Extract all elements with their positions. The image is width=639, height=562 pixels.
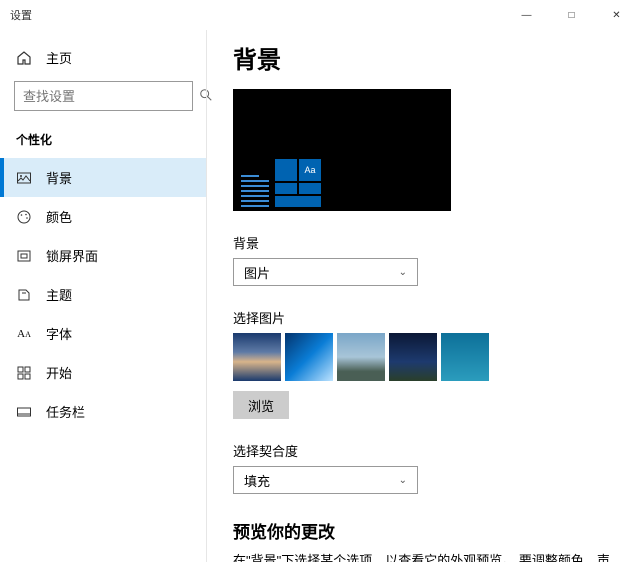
background-label: 背景: [233, 233, 613, 252]
dropdown-value: 图片: [244, 263, 270, 282]
home-label: 主页: [46, 48, 72, 67]
main-content: 背景 Aa 背景 图片 ⌄ 选择图片: [207, 30, 639, 562]
window-controls: — □ ✕: [504, 0, 639, 30]
sidebar-item-label: 背景: [46, 168, 72, 187]
themes-icon: [16, 287, 32, 303]
sidebar-item-background[interactable]: 背景: [0, 158, 207, 197]
sidebar-item-colors[interactable]: 颜色: [0, 197, 207, 236]
category-header: 个性化: [0, 125, 207, 158]
sidebar-item-fonts[interactable]: AA 字体: [0, 314, 207, 353]
choose-picture-label: 选择图片: [233, 308, 613, 327]
minimize-button[interactable]: —: [504, 0, 549, 30]
desktop-preview: Aa: [233, 89, 451, 211]
font-icon: AA: [16, 326, 32, 342]
home-button[interactable]: 主页: [0, 42, 207, 73]
sidebar-item-label: 颜色: [46, 207, 72, 226]
preview-changes-heading: 预览你的更改: [233, 518, 613, 543]
chevron-down-icon: ⌄: [399, 267, 407, 278]
dropdown-value: 填充: [244, 471, 270, 490]
title-bar: 设置 — □ ✕: [0, 0, 639, 30]
sidebar-item-themes[interactable]: 主题: [0, 275, 207, 314]
sidebar-divider: [206, 30, 207, 562]
picture-thumb[interactable]: [285, 333, 333, 381]
search-box[interactable]: [14, 81, 193, 111]
sidebar-item-start[interactable]: 开始: [0, 353, 207, 392]
fit-label: 选择契合度: [233, 441, 613, 460]
sidebar-item-taskbar[interactable]: 任务栏: [0, 392, 207, 431]
sidebar: 主页 个性化 背景 颜色 锁屏界面 主题 AA 字体: [0, 30, 207, 562]
search-input[interactable]: [23, 89, 199, 104]
page-title: 背景: [233, 40, 613, 75]
background-dropdown[interactable]: 图片 ⌄: [233, 258, 418, 286]
sidebar-item-lockscreen[interactable]: 锁屏界面: [0, 236, 207, 275]
sidebar-item-label: 主题: [46, 285, 72, 304]
sidebar-item-label: 任务栏: [46, 402, 85, 421]
sidebar-item-label: 开始: [46, 363, 72, 382]
maximize-button[interactable]: □: [549, 0, 594, 30]
fit-dropdown[interactable]: 填充 ⌄: [233, 466, 418, 494]
close-button[interactable]: ✕: [594, 0, 639, 30]
start-icon: [16, 365, 32, 381]
picture-thumb[interactable]: [389, 333, 437, 381]
picture-thumbnails: [233, 333, 613, 381]
picture-icon: [16, 170, 32, 186]
sidebar-item-label: 字体: [46, 324, 72, 343]
palette-icon: [16, 209, 32, 225]
window-title: 设置: [10, 7, 32, 23]
preview-menu-icon: [241, 175, 269, 207]
preview-tiles: Aa: [275, 159, 321, 207]
preview-sample-text: Aa: [299, 159, 321, 181]
browse-button[interactable]: 浏览: [233, 391, 289, 419]
lockscreen-icon: [16, 248, 32, 264]
picture-thumb[interactable]: [233, 333, 281, 381]
home-icon: [16, 50, 32, 66]
taskbar-icon: [16, 404, 32, 420]
preview-changes-desc: 在"背景"下选择某个选项，以查看它的外观预览。 要调整颜色、声音等，请选择"主题…: [233, 551, 613, 562]
picture-thumb[interactable]: [441, 333, 489, 381]
chevron-down-icon: ⌄: [399, 475, 407, 486]
picture-thumb[interactable]: [337, 333, 385, 381]
sidebar-item-label: 锁屏界面: [46, 246, 98, 265]
